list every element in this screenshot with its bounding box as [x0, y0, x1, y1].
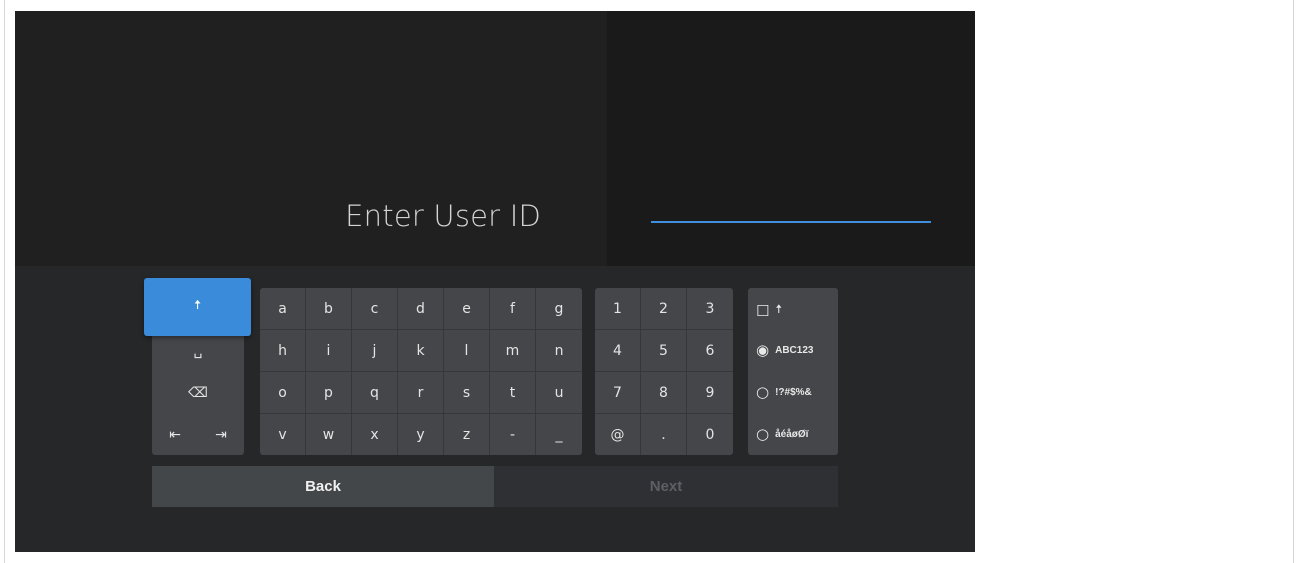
mode-option-abc123[interactable]: ◉ ABC123 [756, 341, 813, 359]
letter-key[interactable]: - [490, 414, 536, 455]
letter-key[interactable]: _ [536, 414, 582, 455]
number-key[interactable]: 0 [687, 414, 733, 455]
backspace-icon: ⌫ [188, 385, 208, 401]
space-key[interactable]: ␣ [152, 330, 244, 372]
letter-key[interactable]: y [398, 414, 444, 455]
backspace-key[interactable]: ⌫ [152, 372, 244, 414]
prompt-panel: Enter User ID [15, 11, 607, 266]
letter-key[interactable]: r [398, 372, 444, 414]
letter-key[interactable]: g [536, 288, 582, 330]
caps-lock-toggle[interactable]: ☐ 🠅 [756, 300, 782, 321]
page-title: Enter User ID [345, 199, 541, 233]
letter-key[interactable]: d [398, 288, 444, 330]
next-button-label: Next [649, 478, 683, 495]
letter-key[interactable]: n [536, 330, 582, 372]
letter-key[interactable]: p [306, 372, 352, 414]
back-button[interactable]: Back [152, 466, 494, 507]
letter-key[interactable]: i [306, 330, 352, 372]
letter-key[interactable]: z [444, 414, 490, 455]
letter-key[interactable]: k [398, 330, 444, 372]
viewport-border-right [1293, 0, 1294, 563]
number-key[interactable]: 1 [595, 288, 641, 330]
letter-keys-panel: a b c d e f g h i j k l m n o p q r s t … [260, 288, 582, 455]
checkbox-icon: ☐ [756, 301, 770, 320]
letter-key[interactable]: x [352, 414, 398, 455]
mode-option-accents[interactable]: ○ åéåøØï [756, 425, 808, 443]
letter-key[interactable]: w [306, 414, 352, 455]
number-key[interactable]: . [641, 414, 687, 455]
tv-screen: Enter User ID ␣ ⌫ ⇤ ⇥ 🠅 a b c d e f g h … [15, 11, 975, 552]
mode-option-symbols[interactable]: ○ !?#$%& [756, 383, 812, 401]
letter-key[interactable]: u [536, 372, 582, 414]
user-id-field[interactable] [651, 221, 931, 223]
viewport-border-left [4, 0, 5, 563]
number-key[interactable]: 8 [641, 372, 687, 414]
shift-icon: 🠅 [775, 302, 783, 316]
cursor-right-icon: ⇥ [215, 426, 227, 443]
cursor-left-icon: ⇤ [169, 426, 181, 443]
back-button-label: Back [305, 478, 341, 495]
letter-key[interactable]: h [260, 330, 306, 372]
letter-key[interactable]: b [306, 288, 352, 330]
keyboard-mode-panel: ☐ 🠅 ◉ ABC123 ○ !?#$%& ○ åéåøØï [748, 288, 838, 455]
radio-icon: ○ [756, 425, 770, 443]
number-key[interactable]: 5 [641, 330, 687, 372]
letter-key[interactable]: e [444, 288, 490, 330]
shift-key[interactable]: 🠅 [144, 278, 251, 336]
letter-key[interactable]: j [352, 330, 398, 372]
mode-option-label: !?#$%& [775, 386, 812, 398]
cursor-left-key[interactable]: ⇤ [152, 414, 198, 455]
letter-key[interactable]: s [444, 372, 490, 414]
on-screen-keyboard: ␣ ⌫ ⇤ ⇥ 🠅 a b c d e f g h i j k l m n o … [15, 266, 975, 552]
number-key[interactable]: 7 [595, 372, 641, 414]
shift-icon: 🠅 [193, 297, 202, 312]
number-key[interactable]: 4 [595, 330, 641, 372]
letter-key[interactable]: v [260, 414, 306, 455]
number-key[interactable]: @ [595, 414, 641, 455]
cursor-right-key[interactable]: ⇥ [198, 414, 244, 455]
mode-option-label: åéåøØï [775, 428, 809, 440]
letter-key[interactable]: m [490, 330, 536, 372]
number-key[interactable]: 6 [687, 330, 733, 372]
next-button[interactable]: Next [494, 466, 838, 507]
radio-selected-icon: ◉ [756, 341, 770, 359]
number-key[interactable]: 2 [641, 288, 687, 330]
radio-icon: ○ [756, 383, 770, 401]
letter-key[interactable]: l [444, 330, 490, 372]
space-icon: ␣ [193, 343, 203, 359]
letter-key[interactable]: t [490, 372, 536, 414]
number-key[interactable]: 9 [687, 372, 733, 414]
letter-key[interactable]: q [352, 372, 398, 414]
letter-key[interactable]: a [260, 288, 306, 330]
number-keys-panel: 1 2 3 4 5 6 7 8 9 @ . 0 [595, 288, 733, 455]
letter-key[interactable]: c [352, 288, 398, 330]
number-key[interactable]: 3 [687, 288, 733, 330]
letter-key[interactable]: o [260, 372, 306, 414]
letter-key[interactable]: f [490, 288, 536, 330]
mode-option-label: ABC123 [775, 344, 814, 356]
input-panel [607, 11, 975, 266]
